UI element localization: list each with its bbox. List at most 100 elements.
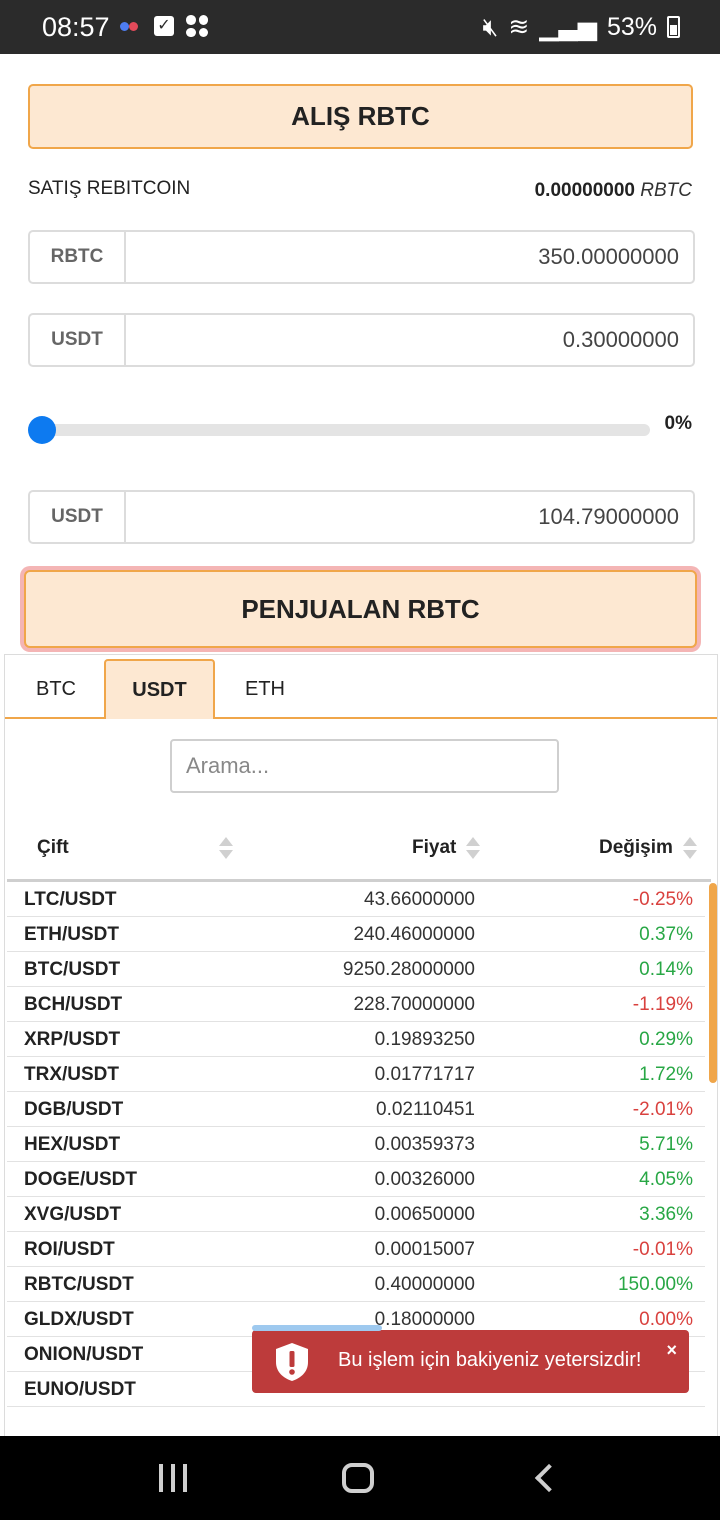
pair-cell: TRX/USDT (24, 1064, 119, 1085)
table-row[interactable]: HEX/USDT 0.00359373 5.71% (7, 1127, 705, 1162)
percent-slider-handle[interactable] (28, 416, 56, 444)
change-cell: -0.25% (632, 889, 693, 910)
home-icon[interactable] (341, 1460, 375, 1496)
pair-cell: BTC/USDT (24, 959, 121, 980)
table-row[interactable]: BTC/USDT 9250.28000000 0.14% (7, 952, 705, 987)
total-input-group[interactable]: USDT 104.79000000 (28, 490, 695, 544)
main-content: ALIŞ RBTC SATIŞ REBITCOIN 0.00000000 RBT… (0, 54, 720, 1436)
market-tabs: BTC USDT ETH (5, 655, 717, 719)
sell-rbtc-button[interactable]: PENJUALAN RBTC (24, 570, 697, 648)
change-cell: 0.29% (639, 1029, 693, 1050)
recent-apps-icon[interactable] (155, 1460, 191, 1496)
change-cell: 4.05% (639, 1169, 693, 1190)
shield-alert-icon (276, 1343, 308, 1381)
pair-cell: ONION/USDT (24, 1344, 144, 1365)
total-input[interactable]: 104.79000000 (126, 492, 693, 542)
price-cell: 0.00359373 (374, 1134, 475, 1155)
table-row[interactable]: RBTC/USDT 0.40000000 150.00% (7, 1267, 705, 1302)
back-icon[interactable] (530, 1460, 564, 1496)
pair-cell: LTC/USDT (24, 889, 117, 910)
column-header-price-label: Fiyat (412, 837, 457, 858)
price-cell: 228.70000000 (353, 994, 475, 1015)
table-row[interactable]: ROI/USDT 0.00015007 -0.01% (7, 1232, 705, 1267)
table-row[interactable]: LTC/USDT 43.66000000 -0.25% (7, 882, 705, 917)
amount-input-group[interactable]: RBTC 350.00000000 (28, 230, 695, 284)
pair-cell: ETH/USDT (24, 924, 119, 945)
tab-eth[interactable]: ETH (215, 659, 315, 719)
amount-input[interactable]: 350.00000000 (126, 232, 693, 282)
sort-icon[interactable] (466, 835, 481, 861)
price-cell: 43.66000000 (364, 889, 475, 910)
change-cell: 5.71% (639, 1134, 693, 1155)
battery-icon (667, 16, 680, 38)
column-header-change[interactable]: Değişim (599, 835, 697, 861)
change-cell: 3.36% (639, 1204, 693, 1225)
table-row[interactable]: XRP/USDT 0.19893250 0.29% (7, 1022, 705, 1057)
sort-icon[interactable] (218, 835, 233, 861)
price-cell: 9250.28000000 (342, 959, 475, 980)
column-header-pair[interactable]: Çift (37, 835, 233, 861)
battery-percent: 53% (606, 12, 657, 41)
mute-icon: 🔇︎ (482, 12, 499, 41)
price-cell: 0.00650000 (374, 1204, 475, 1225)
price-cell: 0.40000000 (374, 1274, 475, 1295)
column-header-price[interactable]: Fiyat (412, 835, 481, 861)
table-row[interactable]: TRX/USDT 0.01771717 1.72% (7, 1057, 705, 1092)
price-cell: 0.02110451 (376, 1099, 475, 1120)
buy-rbtc-tab[interactable]: ALIŞ RBTC (28, 84, 693, 149)
change-cell: 150.00% (617, 1274, 693, 1295)
price-cell: 0.00015007 (374, 1239, 475, 1260)
change-cell: 0.00% (639, 1309, 693, 1330)
wifi-icon: ≋ (508, 13, 530, 41)
amount-currency: RBTC (30, 232, 126, 282)
price-cell: 0.01771717 (374, 1064, 475, 1085)
system-icons: 🔇︎ ≋ ▁▃▅ 53% (483, 12, 680, 42)
messenger-icon (120, 15, 142, 37)
pair-cell: BCH/USDT (24, 994, 123, 1015)
column-header-change-label: Değişim (599, 837, 673, 858)
price-input[interactable]: 0.30000000 (126, 315, 693, 365)
table-scrollbar[interactable] (709, 883, 717, 1083)
table-row[interactable]: BCH/USDT 228.70000000 -1.19% (7, 987, 705, 1022)
table-row[interactable]: ETH/USDT 240.46000000 0.37% (7, 917, 705, 952)
notification-icons: ✓ (120, 15, 208, 37)
price-input-group[interactable]: USDT 0.30000000 (28, 313, 695, 367)
change-cell: -2.01% (632, 1099, 693, 1120)
percent-slider-track[interactable] (36, 424, 650, 436)
price-cell: 240.46000000 (353, 924, 475, 945)
change-cell: 0.37% (639, 924, 693, 945)
percent-slider-value: 0% (664, 413, 692, 434)
status-bar: 08:57 ✓ 🔇︎ ≋ ▁▃▅ 53% (0, 0, 720, 54)
pair-cell: EUNO/USDT (24, 1379, 136, 1400)
price-cell: 0.00326000 (374, 1169, 475, 1190)
table-row[interactable]: DGB/USDT 0.02110451 -2.01% (7, 1092, 705, 1127)
error-toast[interactable]: Bu işlem için bakiyeniz yetersizdir! × (252, 1325, 689, 1393)
sell-label: SATIŞ REBITCOIN (28, 178, 191, 199)
status-time: 08:57 (42, 12, 110, 42)
table-row[interactable]: XVG/USDT 0.00650000 3.36% (7, 1197, 705, 1232)
column-header-pair-label: Çift (37, 837, 69, 858)
toast-message: Bu işlem için bakiyeniz yetersizdir! (338, 1349, 642, 1371)
checkbox-notification-icon: ✓ (154, 16, 174, 36)
pair-cell: ROI/USDT (24, 1239, 115, 1260)
close-icon[interactable]: × (666, 1340, 677, 1361)
tab-btc[interactable]: BTC (9, 659, 103, 719)
price-cell: 0.19893250 (374, 1029, 475, 1050)
system-nav-bar (0, 1436, 720, 1520)
table-row[interactable]: DOGE/USDT 0.00326000 4.05% (7, 1162, 705, 1197)
sell-balance: 0.00000000 RBTC (535, 180, 692, 202)
tab-usdt[interactable]: USDT (104, 659, 215, 719)
change-cell: -1.19% (632, 994, 693, 1015)
pair-cell: XVG/USDT (24, 1204, 122, 1225)
search-input[interactable]: Arama... (170, 739, 559, 793)
pair-cell: RBTC/USDT (24, 1274, 134, 1295)
pair-cell: DOGE/USDT (24, 1169, 137, 1190)
sort-icon[interactable] (682, 835, 697, 861)
toast-progress-bar (252, 1325, 382, 1331)
price-cell: 0.18000000 (374, 1309, 475, 1330)
pair-cell: GLDX/USDT (24, 1309, 134, 1330)
pair-cell: XRP/USDT (24, 1029, 121, 1050)
balance-unit: RBTC (640, 180, 692, 201)
signal-icon: ▁▃▅ (539, 13, 597, 41)
change-cell: -0.01% (632, 1239, 693, 1260)
